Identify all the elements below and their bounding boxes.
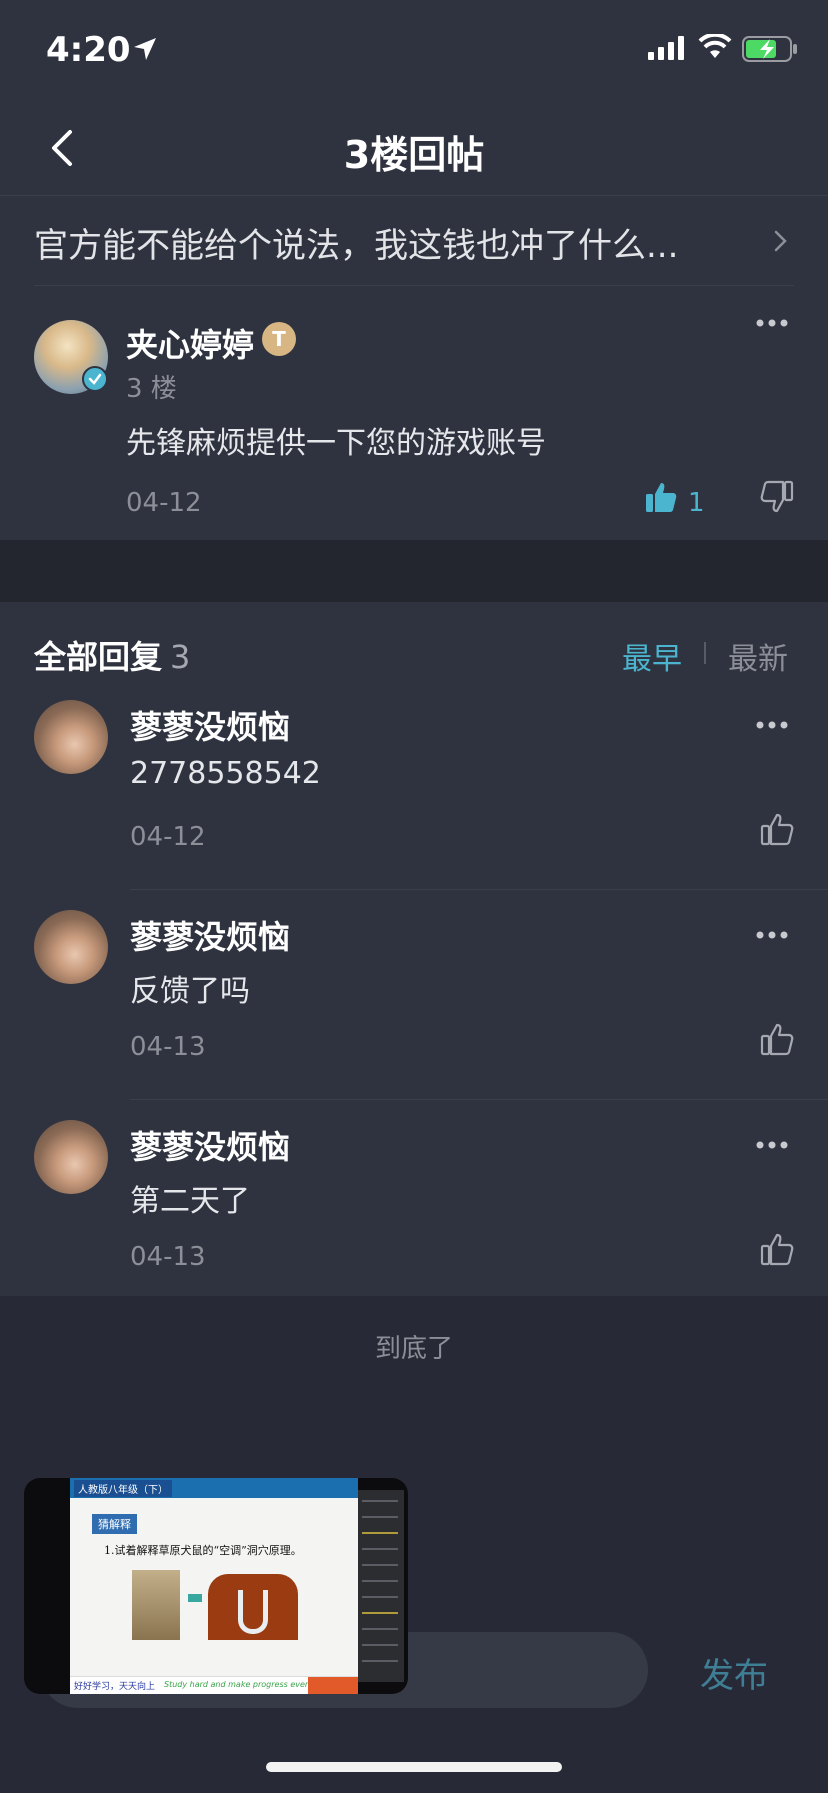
wifi-icon [698,34,732,58]
side-line [362,1596,398,1598]
burrow-tunnel-shape [238,1590,268,1634]
chevron-right-icon [774,230,787,252]
post-date: 04-12 [126,488,202,518]
end-of-list-text: 到底了 [374,1334,453,1364]
reply-item[interactable]: 蓼蓼没烦恼 反馈了吗 04-13 [0,910,828,1100]
side-line [362,1516,398,1518]
reply-author-name[interactable]: 蓼蓼没烦恼 [130,1122,290,1168]
reply-date: 04-12 [130,822,206,852]
slide-tag: 猜解释 [92,1514,137,1534]
nav-bar: 3楼回帖 [0,100,828,196]
post-content: 先锋麻烦提供一下您的游戏账号 [126,426,546,461]
status-time: 4:20 [46,30,131,70]
slide-footer-cn: 好好学习，天天向上 [74,1682,156,1692]
reply-content: 反馈了吗 [130,974,250,1009]
replies-title: 全部回复 [34,638,163,676]
side-line [362,1660,398,1662]
sort-divider [704,642,706,664]
author-name[interactable]: 夹心婷婷 [126,320,254,366]
more-options-icon[interactable] [756,926,788,940]
slide-footer-logo [308,1677,358,1694]
more-options-icon[interactable] [756,314,788,328]
level-badge: T [262,322,296,356]
side-line [362,1564,398,1566]
slide-side-panel [358,1490,404,1682]
slide-header-bar: 人教版八年级（下） [70,1478,358,1498]
home-indicator[interactable] [266,1762,562,1772]
topic-title: 官方能不能给个说法，我这钱也冲了什么... [34,226,679,266]
thumbs-up-icon[interactable] [760,1022,794,1056]
thumbs-up-filled-icon[interactable] [644,480,678,514]
side-line [362,1612,398,1614]
reply-item[interactable]: 蓼蓼没烦恼 第二天了 04-13 [0,1120,828,1296]
reply-date: 04-13 [130,1032,206,1062]
location-arrow-icon [134,38,156,60]
floor-number: 3 楼 [126,374,177,404]
publish-button[interactable]: 发布 [700,1648,768,1697]
pip-video-player[interactable]: 人教版八年级（下） 猜解释 1.试着解释草原犬鼠的“空调”洞穴原理。 好好学习，… [24,1478,408,1694]
sort-latest-tab[interactable]: 最新 [728,634,788,678]
replies-header: 全部回复 3 [34,632,190,678]
avatar[interactable] [34,1120,108,1194]
reply-separator [130,889,828,890]
slide-footer: 好好学习，天天向上 Study hard and make progress e… [70,1676,358,1694]
side-line [362,1580,398,1582]
reply-author-name[interactable]: 蓼蓼没烦恼 [130,912,290,958]
slide-footer-en: Study hard and make progress every day [164,1680,331,1689]
post-card: 官方能不能给个说法，我这钱也冲了什么... 夹心婷婷 T 3 楼 先锋麻烦提供一… [0,196,828,540]
battery-charging-icon [742,36,797,62]
reply-content: 第二天了 [130,1184,250,1219]
video-frame: 人教版八年级（下） 猜解释 1.试着解释草原犬鼠的“空调”洞穴原理。 好好学习，… [70,1478,358,1694]
topic-link[interactable]: 官方能不能给个说法，我这钱也冲了什么... [34,196,794,286]
side-line [362,1628,398,1630]
avatar[interactable] [34,700,108,774]
more-options-icon[interactable] [756,716,788,730]
status-bar: 4:20 [0,0,828,100]
slide-header-label: 人教版八年级（下） [74,1480,172,1497]
replies-section: 全部回复 3 最早 最新 蓼蓼没烦恼 2778558542 04-12 蓼蓼没烦恼… [0,602,828,1296]
prairie-dog-image [132,1570,180,1640]
side-line [362,1644,398,1646]
sort-earliest-tab[interactable]: 最早 [622,634,682,678]
side-line [362,1548,398,1550]
reply-author-name[interactable]: 蓼蓼没烦恼 [130,702,290,748]
thumbs-up-icon[interactable] [760,1232,794,1266]
side-line [362,1500,398,1502]
reply-item[interactable]: 蓼蓼没烦恼 2778558542 04-12 [0,700,828,890]
reply-separator [130,1099,828,1100]
verified-badge-icon [82,366,108,392]
thumbs-up-icon[interactable] [760,812,794,846]
reply-date: 04-13 [130,1242,206,1272]
avatar[interactable] [34,910,108,984]
section-divider [0,540,828,602]
page-title: 3楼回帖 [343,133,485,177]
side-line [362,1532,398,1534]
like-count: 1 [688,488,705,518]
replies-count: 3 [170,638,191,676]
cellular-signal-icon [648,36,684,60]
more-options-icon[interactable] [756,1136,788,1150]
slide-title: 1.试着解释草原犬鼠的“空调”洞穴原理。 [104,1544,302,1557]
arrow-right-icon [188,1594,202,1602]
thumbs-down-icon[interactable] [760,480,794,514]
reply-content: 2778558542 [130,756,321,791]
